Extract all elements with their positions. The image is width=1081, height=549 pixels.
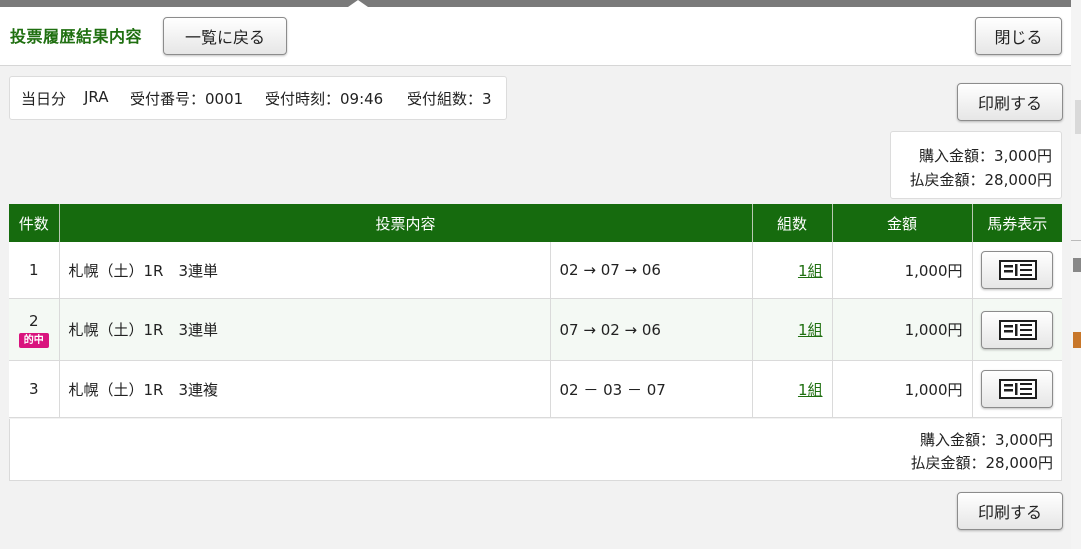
header-count: 件数	[9, 204, 60, 242]
receipt-time: 受付時刻：09:46	[265, 90, 384, 108]
header-ticket-view: 馬券表示	[972, 204, 1063, 242]
close-button[interactable]: 閉じる	[975, 17, 1062, 55]
bet-history-result-modal: 投票履歴結果内容 一覧に戻る 閉じる 当日分 JRA 受付番号：0001 受付時…	[0, 7, 1071, 549]
row-number-cell: 2 的中	[9, 298, 60, 361]
background-fragment	[1073, 332, 1081, 348]
table-row: 1 札幌（土）1R 3連単 02 → 07 → 06 1組 1,000円	[9, 242, 1063, 299]
race-info: 札幌（土）1R 3連単	[59, 298, 551, 361]
background-fragment	[1075, 100, 1081, 134]
org-label: JRA	[84, 88, 109, 106]
ticket-cell	[972, 242, 1063, 299]
purchase-amount: 購入金額：3,000円	[920, 431, 1053, 449]
race-info: 札幌（土）1R 3連単	[59, 242, 551, 299]
table-row: 3 札幌（土）1R 3連複 02 － 03 － 07 1組 1,000円	[9, 360, 1063, 418]
selection: 07 → 02 → 06	[550, 298, 753, 361]
amount: 1,000円	[832, 242, 973, 299]
ticket-icon	[999, 379, 1038, 399]
ticket-view-button[interactable]	[981, 370, 1054, 408]
day-label: 当日分	[21, 90, 67, 108]
summary-top: 購入金額：3,000円 払戻金額：28,000円	[890, 131, 1062, 199]
ticket-view-button[interactable]	[981, 310, 1054, 349]
ticket-view-button[interactable]	[981, 251, 1054, 289]
kumi-cell: 1組	[752, 360, 833, 418]
kumi-cell: 1組	[752, 298, 833, 361]
modal-pointer	[348, 0, 368, 7]
print-button-top[interactable]: 印刷する	[957, 83, 1063, 121]
payout-amount: 払戻金額：28,000円	[910, 454, 1054, 472]
table-row: 2 的中 札幌（土）1R 3連単 07 → 02 → 06 1組 1,000円	[9, 298, 1063, 361]
row-number: 2	[28, 311, 39, 330]
selection: 02 → 07 → 06	[550, 242, 753, 299]
background-divider	[1071, 240, 1081, 241]
payout-amount: 払戻金額：28,000円	[909, 171, 1053, 189]
ticket-cell	[972, 360, 1063, 418]
print-button-bottom[interactable]: 印刷する	[957, 492, 1063, 530]
ticket-cell	[972, 298, 1063, 361]
background-page-edge	[1071, 0, 1081, 549]
row-number: 1	[9, 242, 60, 299]
ticket-icon	[999, 260, 1038, 280]
selection: 02 － 03 － 07	[550, 360, 753, 418]
background-fragment	[1073, 258, 1081, 272]
receipt-info: 当日分 JRA 受付番号：0001 受付時刻：09:46 受付組数：3	[9, 76, 507, 120]
bet-results-table: 件数 投票内容 組数 金額 馬券表示 1 札幌（土）1R 3連単 02 → 07…	[9, 204, 1063, 418]
header-bet-content: 投票内容	[59, 204, 753, 242]
kumi-link[interactable]: 1組	[798, 321, 823, 339]
hit-badge: 的中	[18, 332, 49, 348]
amount: 1,000円	[832, 360, 973, 418]
header-kumi: 組数	[752, 204, 833, 242]
kumi-link[interactable]: 1組	[798, 262, 823, 280]
receipt-count: 受付組数：3	[407, 90, 492, 108]
amount: 1,000円	[832, 298, 973, 361]
header-amount: 金額	[832, 204, 973, 242]
row-number: 3	[9, 360, 60, 418]
race-info: 札幌（土）1R 3連複	[59, 360, 551, 418]
modal-header: 投票履歴結果内容 一覧に戻る 閉じる	[0, 7, 1071, 66]
ticket-icon	[999, 319, 1038, 340]
kumi-cell: 1組	[752, 242, 833, 299]
receipt-number: 受付番号：0001	[130, 90, 244, 108]
summary-bottom: 購入金額：3,000円 払戻金額：28,000円	[9, 419, 1062, 481]
purchase-amount: 購入金額：3,000円	[919, 147, 1052, 165]
back-to-list-button[interactable]: 一覧に戻る	[163, 17, 287, 55]
modal-title: 投票履歴結果内容	[10, 27, 143, 46]
kumi-link[interactable]: 1組	[798, 381, 823, 399]
